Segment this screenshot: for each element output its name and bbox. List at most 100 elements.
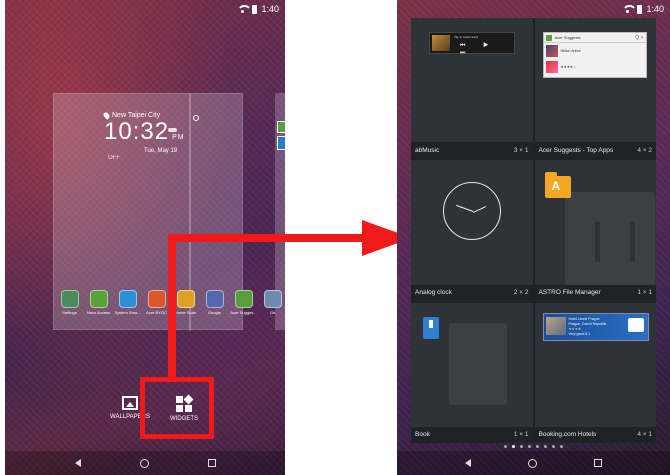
- home-icon[interactable]: [527, 458, 537, 468]
- book-icon: [423, 316, 439, 339]
- screenshot-stage: 1:40 New Taipei City 10:32 PM Tue, May 19…: [0, 0, 670, 475]
- app-label: Settings: [62, 310, 77, 315]
- status-time: 1:40: [261, 4, 279, 14]
- page-dot[interactable]: [520, 445, 523, 448]
- app-icon: [118, 290, 137, 308]
- clock-widget[interactable]: New Taipei City 10:32 PM Tue, May 19 OFF: [60, 111, 199, 161]
- widget-acer-suggests[interactable]: Acer Suggests Q > Million Arthur ★★★★☆ A…: [534, 18, 656, 159]
- wallpaper-icon: [122, 396, 138, 410]
- app-label: Home Suite: [175, 310, 196, 315]
- widget-size: 2 × 2: [513, 289, 529, 297]
- clock-alarm: OFF: [108, 155, 120, 161]
- page-dot[interactable]: [512, 445, 515, 448]
- navigation-bar: [397, 451, 670, 475]
- status-bar: 1:40: [397, 0, 670, 18]
- arrow-shaft-horizontal: [168, 234, 366, 242]
- app-icon: [89, 290, 108, 308]
- home-icon[interactable]: [139, 458, 149, 468]
- navigation-bar: [5, 451, 285, 475]
- music-title: Tap to select track: [454, 35, 479, 39]
- dock-app[interactable]: Acer Sugges...: [229, 290, 258, 315]
- dock-app[interactable]: Nexo Access: [84, 290, 113, 315]
- minute-hand: [456, 205, 474, 213]
- app-thumbnail: [545, 45, 558, 57]
- mini-app-icon: [277, 136, 285, 150]
- widget-name: abMusic: [415, 146, 440, 154]
- suggest-item: Million Arthur: [544, 43, 646, 59]
- app-icon: [234, 290, 253, 308]
- app-icon: [60, 290, 79, 308]
- dock-app[interactable]: Settings: [55, 290, 84, 315]
- widget-name: Booking.com Hotels: [538, 431, 597, 439]
- page-dot[interactable]: [536, 445, 539, 448]
- book-background-icon: [449, 322, 507, 405]
- dock-app[interactable]: Acer BYOC: [142, 290, 171, 315]
- widget-booking-hotels[interactable]: Hotel Leone Prague Prague, Czech Republi…: [534, 302, 656, 443]
- booking-widget-preview: Hotel Leone Prague Prague, Czech Republi…: [542, 312, 649, 341]
- suggests-widget-preview: Acer Suggests Q > Million Arthur ★★★★☆: [542, 32, 647, 78]
- widget-size: 1 × 1: [513, 431, 529, 439]
- weather-icon: [193, 115, 199, 121]
- widget-abmusic[interactable]: Tap to select track ⏮ ▶ ⏭ abMusic 3 × 1: [411, 18, 533, 159]
- cloud-icon: [168, 128, 177, 132]
- widget-footer: ASTRO File Manager 1 × 1: [534, 284, 656, 301]
- app-icon: [263, 290, 282, 308]
- page-dot[interactable]: [552, 445, 555, 448]
- wifi-icon: [237, 5, 253, 13]
- app-label: Google: [208, 310, 221, 315]
- search-icon: Q >: [635, 34, 644, 41]
- app-icon: [147, 290, 166, 308]
- widget-astro-file-manager[interactable]: A ASTRO File Manager 1 × 1: [534, 160, 656, 301]
- back-icon[interactable]: [74, 459, 81, 467]
- widget-footer: Analog clock 2 × 2: [411, 284, 533, 301]
- battery-icon: [252, 4, 258, 14]
- widget-footer: abMusic 3 × 1: [411, 142, 533, 159]
- dock-app[interactable]: Ge: [258, 290, 285, 315]
- widget-footer: Book 1 × 1: [411, 426, 533, 443]
- hour-hand: [473, 206, 487, 214]
- album-art: [432, 35, 450, 51]
- widget-name: ASTRO File Manager: [538, 289, 601, 297]
- app-label: Acer Sugges...: [230, 310, 257, 315]
- music-widget-preview: Tap to select track ⏮ ▶ ⏭: [429, 32, 515, 56]
- widget-name: Acer Suggests - Top Apps: [538, 146, 614, 154]
- widget-footer: Booking.com Hotels 4 × 1: [534, 426, 656, 443]
- back-icon[interactable]: [465, 459, 472, 467]
- music-controls-icon: ⏮ ▶ ⏭: [460, 43, 497, 56]
- recent-apps-icon[interactable]: [207, 459, 216, 467]
- widget-book[interactable]: Book 1 × 1: [411, 302, 533, 443]
- mini-app-icon: [277, 121, 285, 133]
- widget-name: Book: [415, 431, 430, 439]
- clock-time: 10:32 PM: [104, 118, 185, 145]
- analog-clock-icon: [443, 182, 501, 241]
- app-icon: [176, 290, 195, 308]
- page-indicator: [397, 445, 670, 448]
- hotel-image: [545, 316, 566, 335]
- widget-analog-clock[interactable]: Analog clock 2 × 2: [411, 160, 533, 301]
- suggests-header: Acer Suggests Q >: [543, 33, 646, 43]
- page-dot[interactable]: [504, 445, 507, 448]
- wifi-icon: [622, 5, 638, 13]
- app-thumbnail: [545, 61, 558, 73]
- widget-picker-grid: Tap to select track ⏮ ▶ ⏭ abMusic 3 × 1 …: [411, 18, 656, 443]
- widget-size: 4 × 1: [637, 431, 652, 439]
- widget-name: Analog clock: [415, 289, 452, 297]
- status-time: 1:40: [646, 4, 664, 14]
- widget-size: 4 × 2: [637, 146, 652, 154]
- battery-icon: [637, 4, 643, 14]
- app-label: Nexo Access: [86, 310, 111, 315]
- dock-app[interactable]: Google: [200, 290, 229, 315]
- widget-footer: Acer Suggests - Top Apps 4 × 2: [534, 142, 656, 159]
- recent-apps-icon[interactable]: [593, 459, 602, 467]
- dock-app[interactable]: System Sma...: [113, 290, 142, 315]
- page-dot[interactable]: [544, 445, 547, 448]
- acer-logo-icon: [545, 34, 552, 41]
- status-bar: 1:40: [5, 0, 285, 18]
- page-dot[interactable]: [560, 445, 563, 448]
- suggest-item: ★★★★☆: [544, 59, 646, 75]
- app-label: Ge: [269, 310, 276, 315]
- astro-background-icon: [564, 192, 655, 288]
- widget-size: 1 × 1: [637, 289, 652, 297]
- hotel-info: Hotel Leone Prague Prague, Czech Republi…: [568, 316, 607, 336]
- page-dot[interactable]: [528, 445, 531, 448]
